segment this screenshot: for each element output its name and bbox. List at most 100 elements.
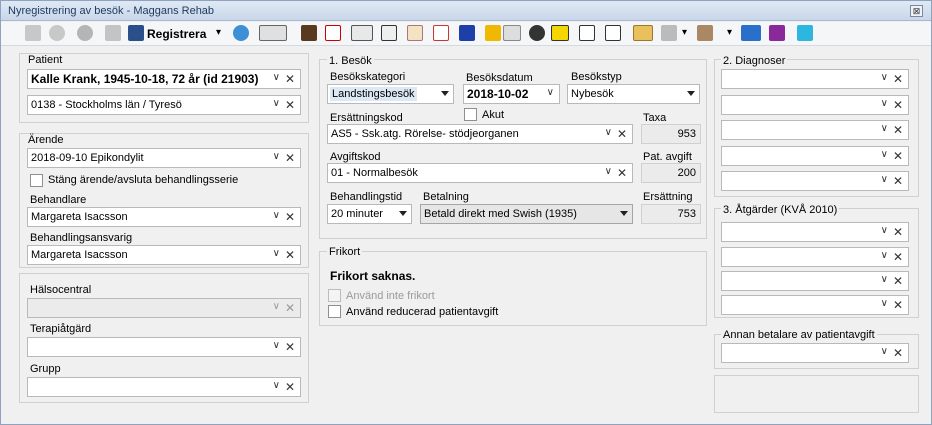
clear-icon[interactable]: ✕ [617, 127, 627, 141]
chevron-down-icon[interactable]: ∨ [273, 72, 280, 83]
chevron-down-icon[interactable]: ∨ [273, 248, 280, 259]
ersattningskod-select[interactable]: AS5 - Ssk.atg. Rörelse- stödjeorganen ∨ … [327, 124, 633, 144]
clear-icon[interactable]: ✕ [617, 166, 627, 180]
clear-icon[interactable]: ✕ [285, 151, 295, 165]
copy-icon[interactable] [25, 25, 41, 41]
clear-icon[interactable]: ✕ [285, 301, 295, 315]
chevron-down-icon[interactable]: ∨ [881, 149, 888, 160]
clear-icon[interactable]: ✕ [285, 380, 295, 394]
typ-select[interactable]: Nybesök [567, 84, 700, 104]
akut-checkbox[interactable] [464, 108, 477, 121]
clear-icon[interactable]: ✕ [893, 123, 903, 137]
clear-icon[interactable]: ✕ [285, 340, 295, 354]
document-icon[interactable] [105, 25, 121, 41]
numbers-icon[interactable] [433, 25, 449, 41]
chevron-down-icon[interactable]: ∨ [881, 274, 888, 285]
chevron-down-icon[interactable]: ∨ [605, 127, 612, 138]
save-icon[interactable] [128, 25, 144, 41]
map-icon[interactable] [633, 25, 653, 41]
arende-select[interactable]: 2018-09-10 Epikondylit ∨ ✕ [27, 148, 301, 168]
chevron-down-icon[interactable]: ∨ [273, 301, 280, 312]
halsocentral-select[interactable]: ∨ ✕ [27, 298, 301, 318]
clear-icon[interactable]: ✕ [285, 98, 295, 112]
datum-picker[interactable]: 2018-10-02 ∨ [463, 84, 560, 104]
atgard-select-2[interactable]: ∨ ✕ [721, 247, 909, 267]
behandlare-select[interactable]: Margareta Isacsson ∨ ✕ [27, 207, 301, 227]
visit-icon[interactable] [351, 25, 373, 41]
speech-icon[interactable] [529, 25, 545, 41]
clear-icon[interactable]: ✕ [893, 225, 903, 239]
clear-icon[interactable]: ✕ [893, 98, 903, 112]
register-dropdown-icon[interactable]: ▾ [216, 27, 221, 38]
clear-icon[interactable]: ✕ [893, 346, 903, 360]
chevron-down-icon[interactable]: ∨ [881, 298, 888, 309]
info-icon[interactable] [797, 25, 813, 41]
atgard-select-1[interactable]: ∨ ✕ [721, 222, 909, 242]
diagnos-select-5[interactable]: ∨ ✕ [721, 171, 909, 191]
patient-select[interactable]: Kalle Krank, 1945-10-18, 72 år (id 21903… [27, 69, 301, 89]
chevron-down-icon[interactable]: ∨ [881, 72, 888, 83]
clear-icon[interactable]: ✕ [893, 149, 903, 163]
diagnos-select-1[interactable]: ∨ ✕ [721, 69, 909, 89]
dropdown-arrow-icon[interactable] [687, 91, 695, 96]
chevron-down-icon[interactable]: ∨ [273, 98, 280, 109]
briefcase-icon[interactable] [301, 25, 317, 41]
cancel-icon[interactable] [77, 25, 93, 41]
avgiftskod-select[interactable]: 01 - Normalbesök ∨ ✕ [327, 163, 633, 183]
refresh-icon[interactable] [233, 25, 249, 41]
edit-icon[interactable] [325, 25, 341, 41]
clear-icon[interactable]: ✕ [285, 72, 295, 86]
m-icon[interactable] [459, 25, 475, 41]
behandlingstid-select[interactable]: 20 minuter [327, 204, 412, 224]
parking-icon[interactable] [381, 25, 397, 41]
dropdown-arrow-icon[interactable] [399, 211, 407, 216]
chevron-down-icon[interactable]: ∨ [881, 98, 888, 109]
journal-icon[interactable] [259, 25, 287, 41]
clear-icon[interactable]: ✕ [893, 274, 903, 288]
chevron-down-icon[interactable]: ∨ [547, 87, 554, 98]
chevron-down-icon[interactable]: ∨ [881, 174, 888, 185]
reduced-fee-checkbox[interactable] [328, 305, 341, 318]
kategori-select[interactable]: Landstingsbesök [327, 84, 454, 104]
chevron-down-icon[interactable]: ∨ [273, 380, 280, 391]
chevron-down-icon[interactable]: ∨ [273, 210, 280, 221]
chevron-down-icon[interactable]: ∨ [273, 340, 280, 351]
settings-icon[interactable] [697, 25, 713, 41]
user-icon[interactable] [49, 25, 65, 41]
chevron-down-icon[interactable]: ∨ [605, 166, 612, 177]
region-select[interactable]: 0138 - Stockholms län / Tyresö ∨ ✕ [27, 95, 301, 115]
clear-icon[interactable]: ✕ [893, 72, 903, 86]
note-icon[interactable] [407, 25, 423, 41]
chevron-down-icon[interactable]: ∨ [881, 250, 888, 261]
lightning-icon[interactable] [485, 25, 501, 41]
clear-icon[interactable]: ✕ [285, 210, 295, 224]
clear-icon[interactable]: ✕ [893, 298, 903, 312]
book-icon[interactable] [769, 25, 785, 41]
tools-dropdown-icon[interactable]: ▾ [682, 27, 687, 38]
card-icon[interactable] [579, 25, 595, 41]
clear-icon[interactable]: ✕ [893, 250, 903, 264]
clear-icon[interactable]: ✕ [285, 248, 295, 262]
no-frikort-checkbox[interactable] [328, 289, 341, 302]
chevron-down-icon[interactable]: ∨ [273, 151, 280, 162]
id-icon[interactable] [551, 25, 569, 41]
settings-dropdown-icon[interactable]: ▾ [727, 27, 732, 38]
atgard-select-4[interactable]: ∨ ✕ [721, 295, 909, 315]
tools-icon[interactable] [661, 25, 677, 41]
grupp-select[interactable]: ∨ ✕ [27, 377, 301, 397]
betalning-select[interactable]: Betald direkt med Swish (1935) [420, 204, 633, 224]
dropdown-arrow-icon[interactable] [441, 91, 449, 96]
chevron-down-icon[interactable]: ∨ [881, 123, 888, 134]
register-button[interactable]: Registrera [147, 27, 206, 41]
terapi-select[interactable]: ∨ ✕ [27, 337, 301, 357]
annan-betalare-select[interactable]: ∨ ✕ [721, 343, 909, 363]
diagnos-select-3[interactable]: ∨ ✕ [721, 120, 909, 140]
atgard-select-3[interactable]: ∨ ✕ [721, 271, 909, 291]
chevron-down-icon[interactable]: ∨ [881, 346, 888, 357]
payment-card-icon[interactable] [741, 25, 761, 41]
dropdown-arrow-icon[interactable] [620, 211, 628, 216]
close-arende-checkbox[interactable] [30, 174, 43, 187]
ansvarig-select[interactable]: Margareta Isacsson ∨ ✕ [27, 245, 301, 265]
ticket-icon[interactable] [503, 25, 521, 41]
close-window-button[interactable]: ⊠ [910, 5, 923, 17]
